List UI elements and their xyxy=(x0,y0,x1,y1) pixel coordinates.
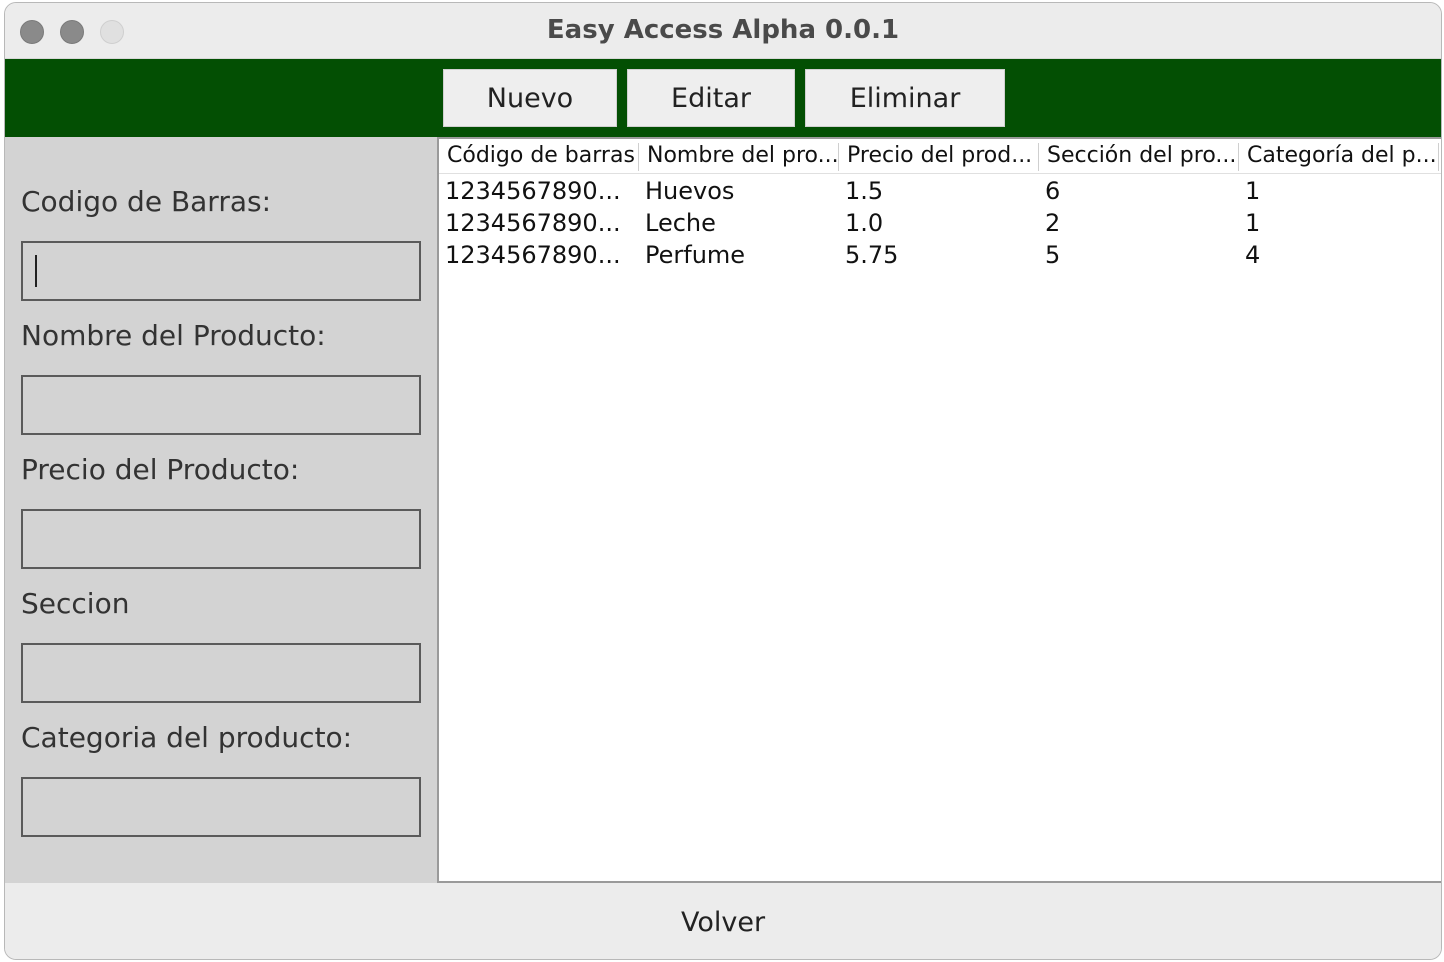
precio-label: Precio del Producto: xyxy=(21,453,300,486)
action-toolbar: Nuevo Editar Eliminar xyxy=(5,59,1441,137)
editar-button[interactable]: Editar xyxy=(627,69,795,127)
table-cell: 4 xyxy=(1245,241,1261,269)
table-header: Código de barras Nombre del pro... Preci… xyxy=(439,139,1441,174)
title-bar: Easy Access Alpha 0.0.1 xyxy=(5,3,1441,59)
column-header-codigo[interactable]: Código de barras xyxy=(439,143,639,171)
table-cell: 1.0 xyxy=(845,209,884,237)
nombre-label: Nombre del Producto: xyxy=(21,319,326,352)
table-cell: Leche xyxy=(645,209,716,237)
table-cell: 2 xyxy=(1045,209,1061,237)
codigo-input[interactable] xyxy=(21,241,421,301)
column-header-nombre[interactable]: Nombre del pro... xyxy=(639,143,839,171)
table-cell: 1234567890... xyxy=(445,241,621,269)
table-cell: 6 xyxy=(1045,177,1061,205)
precio-input[interactable] xyxy=(21,509,421,569)
codigo-label: Codigo de Barras: xyxy=(21,185,272,218)
column-header-categoria[interactable]: Categoría del p... xyxy=(1239,143,1439,171)
table-cell: Perfume xyxy=(645,241,746,269)
table-cell: 1.5 xyxy=(845,177,884,205)
table-row[interactable]: 1234567890... Huevos 1.5 6 1 xyxy=(439,175,1441,207)
table-cell: Huevos xyxy=(645,177,735,205)
app-window: Easy Access Alpha 0.0.1 Nuevo Editar Eli… xyxy=(4,2,1442,960)
volver-button[interactable]: Volver xyxy=(5,883,1441,959)
window-title: Easy Access Alpha 0.0.1 xyxy=(546,15,900,45)
seccion-input[interactable] xyxy=(21,643,421,703)
column-header-precio[interactable]: Precio del prod... xyxy=(839,143,1039,171)
seccion-label: Seccion xyxy=(21,587,130,620)
product-form: Codigo de Barras: Nombre del Producto: P… xyxy=(5,137,437,883)
categoria-label: Categoria del producto: xyxy=(21,721,353,754)
products-table[interactable]: Código de barras Nombre del pro... Preci… xyxy=(437,137,1441,883)
table-row[interactable]: 1234567890... Perfume 5.75 5 4 xyxy=(439,239,1441,271)
column-header-seccion[interactable]: Sección del pro... xyxy=(1039,143,1239,171)
table-cell: 5.75 xyxy=(845,241,899,269)
nombre-input[interactable] xyxy=(21,375,421,435)
eliminar-button[interactable]: Eliminar xyxy=(805,69,1005,127)
footer-bar: Volver xyxy=(5,883,1441,959)
table-cell: 1234567890... xyxy=(445,209,621,237)
table-cell: 5 xyxy=(1045,241,1061,269)
categoria-input[interactable] xyxy=(21,777,421,837)
text-caret xyxy=(35,255,37,287)
table-cell: 1 xyxy=(1245,177,1261,205)
table-cell: 1 xyxy=(1245,209,1261,237)
table-row[interactable]: 1234567890... Leche 1.0 2 1 xyxy=(439,207,1441,239)
table-cell: 1234567890... xyxy=(445,177,621,205)
nuevo-button[interactable]: Nuevo xyxy=(443,69,617,127)
